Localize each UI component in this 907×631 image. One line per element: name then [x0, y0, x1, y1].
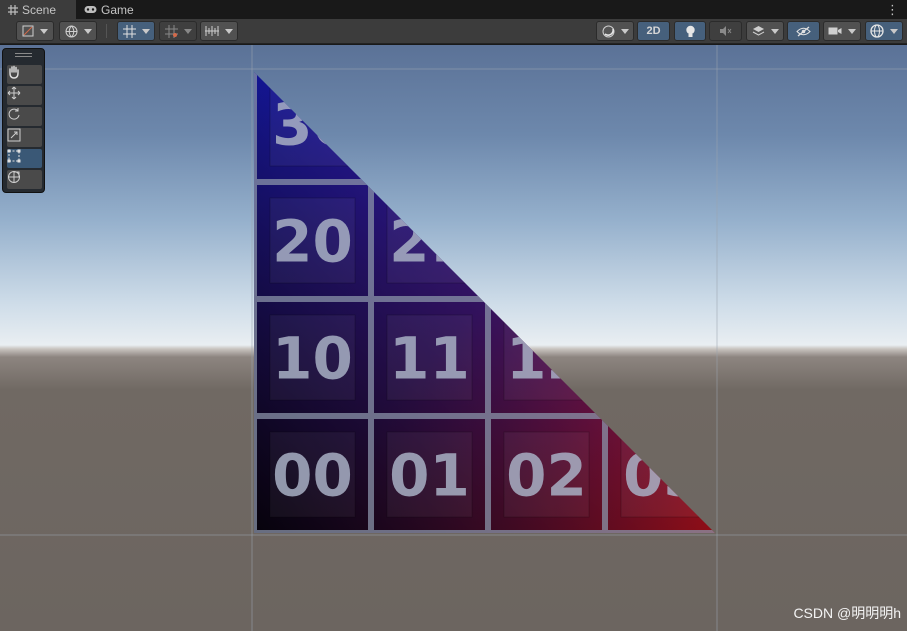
gizmos-dropdown[interactable] — [865, 21, 903, 41]
grid-cell-20: 20 — [254, 182, 371, 299]
scene-visibility-toggle[interactable] — [787, 21, 820, 41]
grid-cell-03: 03 — [605, 416, 715, 533]
cell-label: 02 — [506, 442, 587, 510]
tab-label: Scene — [22, 2, 57, 17]
grid-snap-toggle[interactable] — [117, 21, 155, 41]
grid-cell-01: 01 — [371, 416, 488, 533]
gamepad-icon — [84, 6, 97, 13]
grid-cell-10: 10 — [254, 299, 371, 416]
watermark-text: CSDN @明明明h — [793, 605, 901, 621]
rotate-icon — [8, 108, 20, 120]
scene-viewport[interactable]: 30 20 21 10 11 12 00 01 02 03 CSDN @明明明h — [0, 45, 907, 631]
grid-cell-11: 11 — [371, 299, 488, 416]
tab-label: Game — [101, 2, 134, 17]
scene-toolbar: 2D — [0, 19, 907, 44]
render-mode-dropdown[interactable] — [596, 21, 634, 41]
cell-label: 20 — [272, 208, 353, 276]
tools-overlay — [2, 48, 45, 193]
align-icon — [205, 26, 219, 36]
rotate-tool-button[interactable] — [7, 107, 42, 126]
light-bulb-icon — [685, 25, 695, 37]
grid-cell-21: 21 — [371, 182, 488, 299]
speaker-muted-icon — [720, 26, 732, 36]
move-arrows-icon — [7, 86, 21, 100]
lighting-toggle[interactable] — [674, 21, 706, 41]
tab-bar: Scene Game ⋮ — [0, 0, 907, 19]
layers-icon — [752, 26, 764, 36]
scene-canvas: 30 20 21 10 11 12 00 01 02 03 — [0, 45, 907, 631]
scale-tool-button[interactable] — [7, 128, 42, 147]
grid-cell-12: 12 — [488, 299, 605, 416]
mode-2d-toggle[interactable]: 2D — [637, 21, 670, 41]
draw-mode-dropdown[interactable] — [16, 21, 54, 41]
cell-label: 11 — [389, 325, 470, 393]
grid-cell-00: 00 — [254, 416, 371, 533]
transform-gizmo-icon — [8, 171, 20, 183]
grid-cell-30: 30 — [254, 72, 371, 182]
move-tool-button[interactable] — [7, 86, 42, 105]
grid-cell-02: 02 — [488, 416, 605, 533]
shaded-mode-icon — [22, 25, 34, 37]
cell-label: 21 — [389, 208, 470, 276]
cell-label: 12 — [506, 325, 587, 393]
scale-icon — [7, 128, 21, 142]
hand-tool-button[interactable] — [7, 65, 42, 84]
drag-handle[interactable] — [15, 53, 32, 57]
rect-transform-icon — [7, 149, 21, 163]
globe-icon — [65, 25, 77, 37]
snap-increment-icon — [164, 24, 178, 38]
align-dropdown[interactable] — [200, 21, 238, 41]
tab-scene[interactable]: Scene — [0, 0, 76, 19]
grid-snap-icon — [122, 24, 136, 38]
toolbar-divider — [106, 24, 107, 38]
eye-hidden-icon — [796, 25, 811, 37]
transform-tool-button[interactable] — [7, 170, 42, 189]
cell-label: 10 — [272, 325, 353, 393]
cell-label: 03 — [623, 442, 704, 510]
more-menu-icon[interactable]: ⋮ — [886, 2, 899, 18]
cell-label: 00 — [272, 442, 353, 510]
cell-label: 01 — [389, 442, 470, 510]
hand-icon — [9, 65, 19, 79]
camera-icon — [828, 27, 842, 35]
increment-snap-dropdown[interactable] — [159, 21, 197, 41]
cell-label: 30 — [272, 91, 353, 159]
rect-tool-button[interactable] — [7, 149, 42, 168]
global-local-dropdown[interactable] — [59, 21, 97, 41]
grid-hash-icon — [8, 4, 18, 15]
gizmo-globe-icon — [870, 24, 884, 38]
triangle-sprite[interactable]: 30 20 21 10 11 12 00 01 02 03 — [254, 67, 721, 535]
effects-dropdown[interactable] — [746, 21, 784, 41]
tab-game[interactable]: Game — [76, 0, 148, 19]
audio-toggle[interactable] — [709, 21, 742, 41]
camera-dropdown[interactable] — [823, 21, 861, 41]
sphere-icon — [602, 25, 614, 37]
